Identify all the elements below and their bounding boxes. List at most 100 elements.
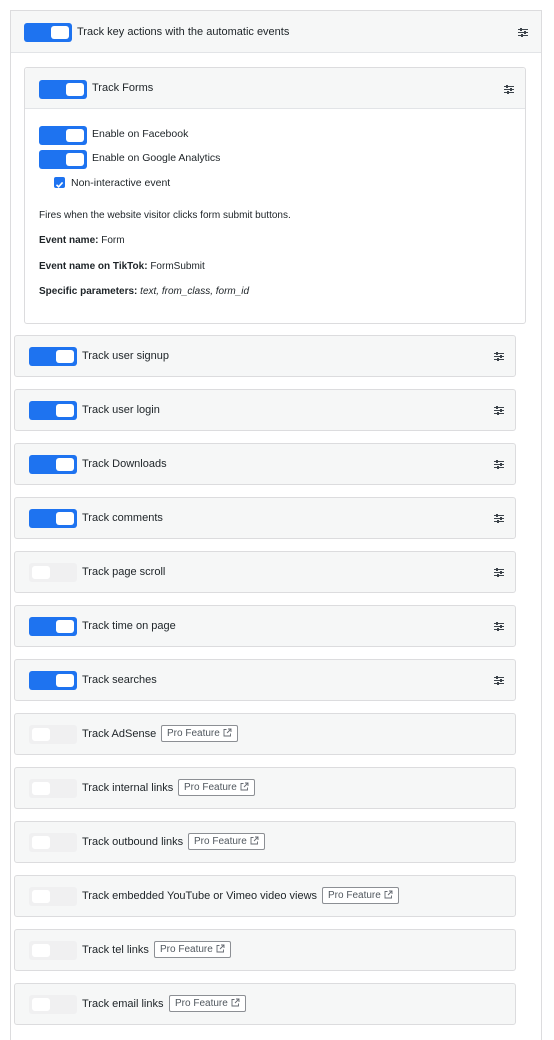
toggle-knob xyxy=(32,782,50,795)
track-adsense-label: Track AdSense xyxy=(82,728,157,740)
settings-sliders-icon[interactable] xyxy=(504,85,514,94)
external-link-icon xyxy=(240,781,249,796)
settings-sliders-icon[interactable] xyxy=(494,406,504,415)
track-adsense-card: Track AdSense Pro Feature xyxy=(14,713,516,755)
tiktok-event-value: FormSubmit xyxy=(150,261,205,272)
track-page-scroll-card: Track page scroll xyxy=(14,551,516,593)
track-tel-links-card: Track tel links Pro Feature xyxy=(14,929,516,971)
pro-feature-text: Pro Feature xyxy=(175,998,228,1009)
track-internal-links-toggle xyxy=(29,779,77,798)
track-downloads-card: Track Downloads xyxy=(14,443,516,485)
track-internal-links-label: Track internal links xyxy=(82,782,174,794)
settings-sliders-icon[interactable] xyxy=(518,28,528,37)
settings-sliders-icon[interactable] xyxy=(494,622,504,631)
tiktok-event-label: Event name on TikTok: xyxy=(39,261,148,272)
track-searches-toggle[interactable] xyxy=(29,671,77,690)
external-link-icon xyxy=(216,943,225,958)
specific-params-label: Specific parameters: xyxy=(39,286,138,297)
track-embedded-youtube-or-vimeo-video-views-card: Track embedded YouTube or Vimeo video vi… xyxy=(14,875,516,917)
pro-feature-badge[interactable]: Pro Feature xyxy=(169,995,246,1012)
pro-feature-text: Pro Feature xyxy=(184,782,237,793)
track-user-signup-toggle[interactable] xyxy=(29,347,77,366)
toggle-knob xyxy=(56,350,74,363)
track-user-signup-label: Track user signup xyxy=(82,350,170,362)
toggle-knob xyxy=(56,458,74,471)
track-outbound-links-label: Track outbound links xyxy=(82,836,184,848)
pro-feature-text: Pro Feature xyxy=(167,728,220,739)
track-forms-toggle[interactable] xyxy=(39,80,87,99)
enable-google-analytics-label: Enable on Google Analytics xyxy=(92,152,221,164)
track-user-login-card: Track user login xyxy=(14,389,516,431)
track-email-links-toggle xyxy=(29,995,77,1014)
pro-feature-badge[interactable]: Pro Feature xyxy=(178,779,255,796)
toggle-knob xyxy=(56,512,74,525)
track-forms-card: Track Forms Enable on Facebook Enable on… xyxy=(24,67,526,324)
track-adsense-toggle xyxy=(29,725,77,744)
main-events-label: Track key actions with the automatic eve… xyxy=(77,26,290,38)
track-time-on-page-toggle[interactable] xyxy=(29,617,77,636)
tiktok-event-row: Event name on TikTok: FormSubmit xyxy=(39,260,205,273)
track-forms-label: Track Forms xyxy=(92,82,154,94)
pro-feature-badge[interactable]: Pro Feature xyxy=(154,941,231,958)
settings-sliders-icon[interactable] xyxy=(494,676,504,685)
track-comments-label: Track comments xyxy=(82,512,163,524)
settings-sliders-icon[interactable] xyxy=(494,460,504,469)
settings-sliders-icon[interactable] xyxy=(494,514,504,523)
forms-description: Fires when the website visitor clicks fo… xyxy=(39,210,291,221)
main-events-toggle[interactable] xyxy=(24,23,72,42)
specific-params-row: Specific parameters: text, from_class, f… xyxy=(39,285,249,298)
non-interactive-checkbox[interactable] xyxy=(54,177,65,188)
track-time-on-page-card: Track time on page xyxy=(14,605,516,647)
toggle-knob xyxy=(66,129,84,142)
external-link-icon xyxy=(223,727,232,742)
enable-facebook-toggle[interactable] xyxy=(39,126,87,145)
track-user-login-label: Track user login xyxy=(82,404,160,416)
track-forms-header: Track Forms xyxy=(25,68,525,109)
checkmark-icon xyxy=(55,181,64,188)
specific-params-value: text, from_class, form_id xyxy=(140,286,250,297)
enable-google-analytics-toggle[interactable] xyxy=(39,150,87,169)
track-time-on-page-label: Track time on page xyxy=(82,620,176,632)
track-downloads-toggle[interactable] xyxy=(29,455,77,474)
toggle-knob xyxy=(32,944,50,957)
track-user-login-toggle[interactable] xyxy=(29,401,77,420)
track-comments-card: Track comments xyxy=(14,497,516,539)
track-tel-links-label: Track tel links xyxy=(82,944,149,956)
track-tel-links-toggle xyxy=(29,941,77,960)
pro-feature-badge[interactable]: Pro Feature xyxy=(322,887,399,904)
track-email-links-label: Track email links xyxy=(82,998,164,1010)
track-user-signup-card: Track user signup xyxy=(14,335,516,377)
non-interactive-label: Non-interactive event xyxy=(71,177,171,189)
enable-facebook-label: Enable on Facebook xyxy=(92,128,189,140)
track-searches-card: Track searches xyxy=(14,659,516,701)
track-page-scroll-label: Track page scroll xyxy=(82,566,166,578)
external-link-icon xyxy=(250,835,259,850)
toggle-knob xyxy=(66,153,84,166)
event-name-label: Event name: xyxy=(39,235,99,246)
settings-sliders-icon[interactable] xyxy=(494,352,504,361)
pro-feature-text: Pro Feature xyxy=(160,944,213,955)
track-embedded-youtube-or-vimeo-video-views-toggle xyxy=(29,887,77,906)
track-email-links-card: Track email links Pro Feature xyxy=(14,983,516,1025)
track-searches-label: Track searches xyxy=(82,674,157,686)
external-link-icon xyxy=(231,997,240,1012)
toggle-knob xyxy=(56,620,74,633)
pro-feature-badge[interactable]: Pro Feature xyxy=(161,725,238,742)
toggle-knob xyxy=(32,998,50,1011)
track-embedded-youtube-or-vimeo-video-views-label: Track embedded YouTube or Vimeo video vi… xyxy=(82,890,318,902)
track-outbound-links-toggle xyxy=(29,833,77,852)
toggle-knob xyxy=(66,83,84,96)
pro-feature-badge[interactable]: Pro Feature xyxy=(188,833,265,850)
track-page-scroll-toggle[interactable] xyxy=(29,563,77,582)
toggle-knob xyxy=(51,26,69,39)
automatic-events-header: Track key actions with the automatic eve… xyxy=(11,11,541,53)
track-outbound-links-card: Track outbound links Pro Feature xyxy=(14,821,516,863)
external-link-icon xyxy=(384,889,393,904)
toggle-knob xyxy=(56,404,74,417)
settings-sliders-icon[interactable] xyxy=(494,568,504,577)
track-comments-toggle[interactable] xyxy=(29,509,77,528)
toggle-knob xyxy=(56,674,74,687)
track-downloads-label: Track Downloads xyxy=(82,458,167,470)
pro-feature-text: Pro Feature xyxy=(328,890,381,901)
event-name-value: Form xyxy=(101,235,125,246)
